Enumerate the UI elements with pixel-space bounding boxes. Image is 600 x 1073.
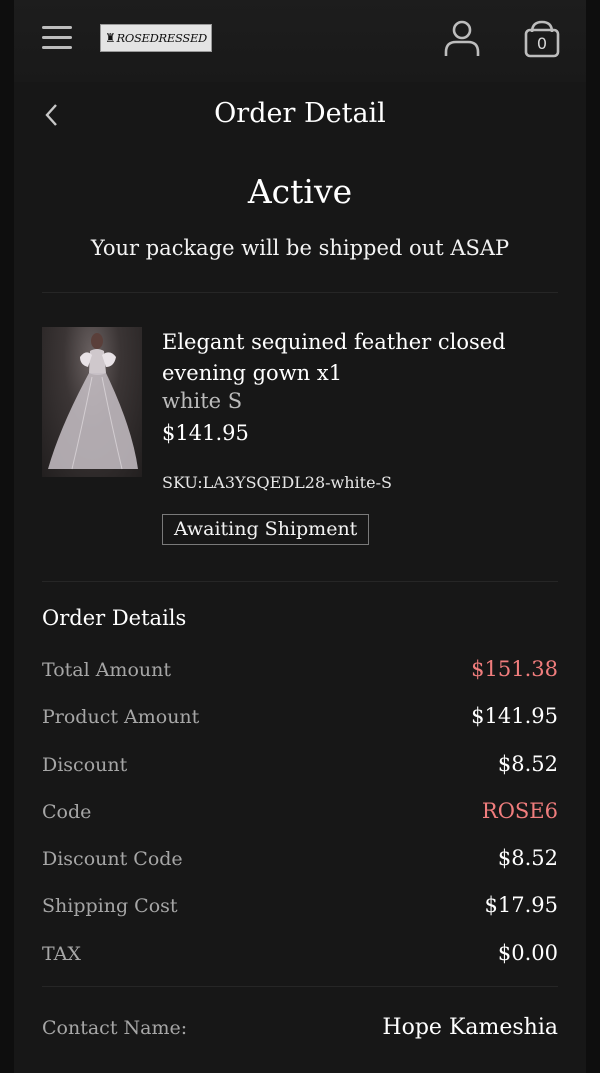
detail-label: Product Amount xyxy=(42,706,200,729)
discount-code-row: Discount Code $8.52 xyxy=(42,838,558,885)
product-variant: white S xyxy=(162,389,243,413)
product-amount-row: Product Amount $141.95 xyxy=(42,696,558,743)
shipping-cost-row: Shipping Cost $17.95 xyxy=(42,885,558,932)
detail-label: Total Amount xyxy=(42,659,172,681)
contact-name-label: Contact Name: xyxy=(42,1017,188,1040)
product-sku: SKU:LA3YSQEDL28-white-S xyxy=(162,473,392,492)
total-amount-value: $151.38 xyxy=(471,657,558,681)
brand-logo[interactable]: ♜ ROSEDRESSED xyxy=(100,24,212,52)
divider xyxy=(42,581,558,582)
page-title: Order Detail xyxy=(214,98,386,129)
product-item: Elegant sequined feather closed evening … xyxy=(14,293,586,581)
top-header: ♜ ROSEDRESSED 0 xyxy=(14,0,586,82)
order-detail-page: ♜ ROSEDRESSED 0 Order Detail Active Your… xyxy=(14,0,586,1073)
order-status-subtitle: Your package will be shipped out ASAP xyxy=(90,236,510,260)
cart-count-badge: 0 xyxy=(536,34,548,53)
gown-image xyxy=(48,333,138,470)
shopping-bag-icon[interactable]: 0 xyxy=(522,18,562,60)
tax-row: TAX $0.00 xyxy=(42,933,558,980)
shipment-status-badge: Awaiting Shipment xyxy=(162,514,370,545)
total-amount-row: Total Amount $151.38 xyxy=(42,649,558,696)
logo-text: ROSEDRESSED xyxy=(116,31,207,45)
shipping-cost-value: $17.95 xyxy=(484,893,558,918)
user-icon-graphic xyxy=(444,20,480,56)
product-name[interactable]: Elegant sequined feather closed evening … xyxy=(162,327,562,389)
tax-value: $0.00 xyxy=(497,940,558,965)
title-bar: Order Detail xyxy=(14,82,586,144)
discount-value: $8.52 xyxy=(497,751,558,776)
product-amount-value: $141.95 xyxy=(471,704,558,729)
product-price: $141.95 xyxy=(162,421,249,445)
detail-label: Code xyxy=(42,800,92,823)
order-status-title: Active xyxy=(247,172,353,211)
menu-icon[interactable] xyxy=(42,26,72,50)
detail-label: TAX xyxy=(42,942,81,965)
code-value: ROSE6 xyxy=(481,798,558,823)
user-icon[interactable] xyxy=(442,18,482,58)
detail-label: Discount xyxy=(42,753,128,776)
detail-label: Shipping Cost xyxy=(42,895,178,918)
contact-name-value: Hope Kameshia xyxy=(382,1015,558,1041)
logo-figure-icon: ♜ xyxy=(105,31,116,45)
discount-code-value: $8.52 xyxy=(497,846,558,871)
contact-name-row: Contact Name: Hope Kameshia xyxy=(42,987,558,1047)
code-row: Code ROSE6 xyxy=(42,791,558,838)
detail-label: Discount Code xyxy=(42,848,183,871)
order-details-heading: Order Details xyxy=(42,606,187,630)
discount-row: Discount $8.52 xyxy=(42,744,558,791)
product-thumbnail[interactable] xyxy=(42,327,142,477)
